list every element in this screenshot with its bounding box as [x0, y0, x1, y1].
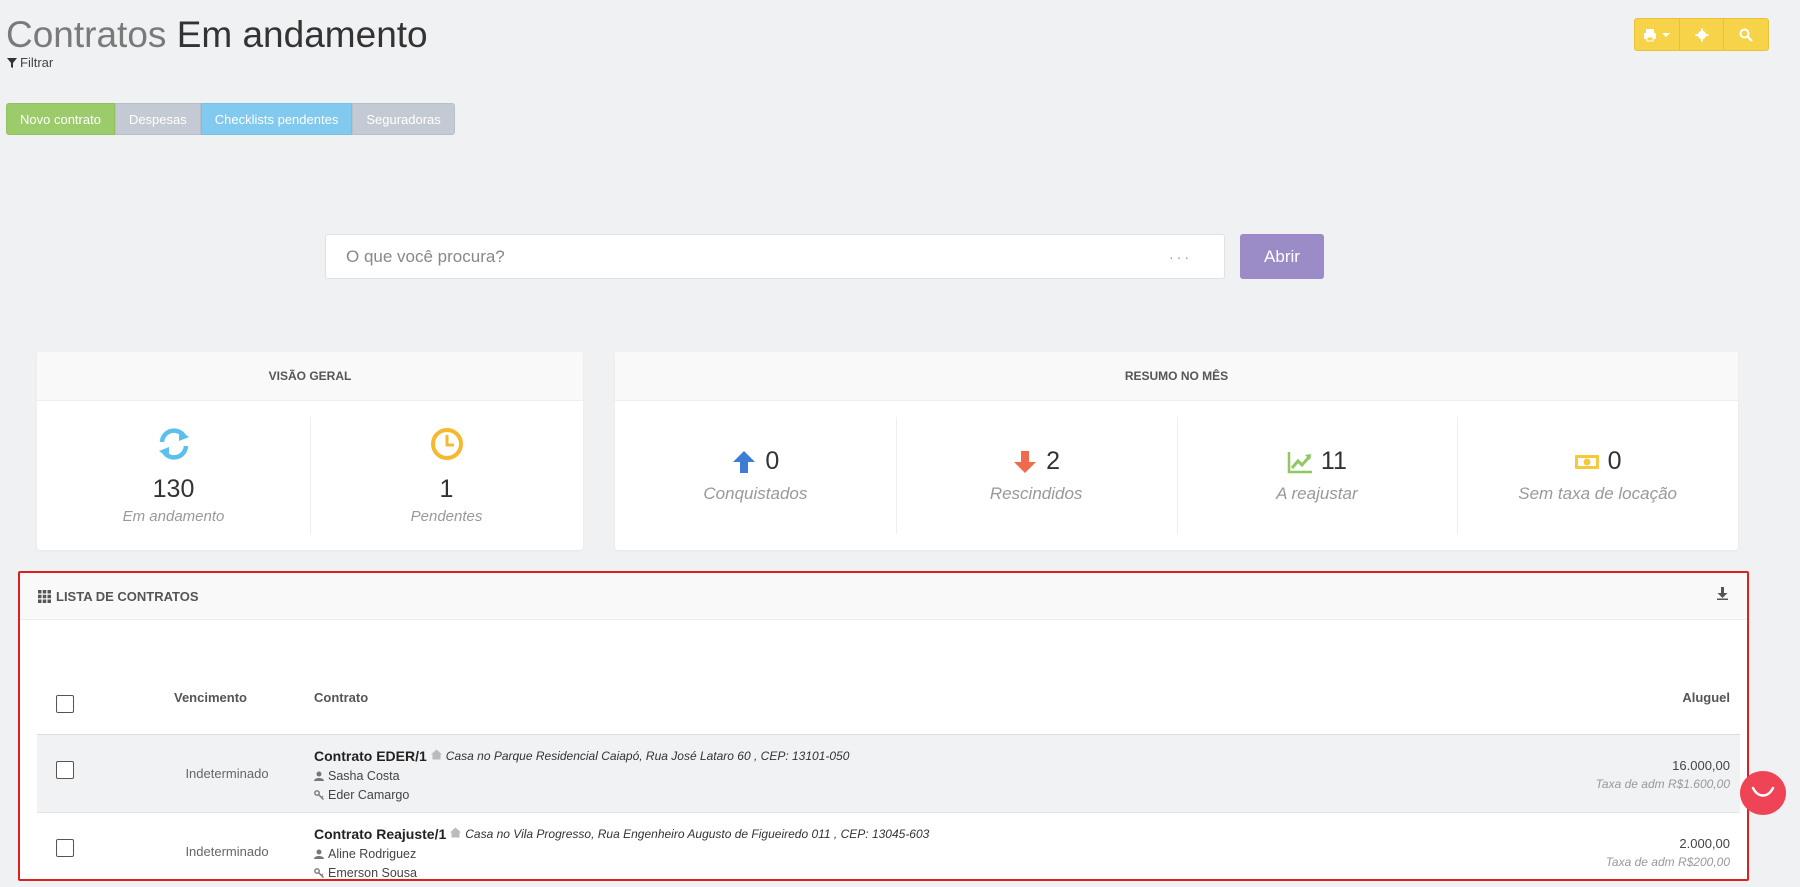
tenant-line: Aline Rodriguez — [314, 847, 416, 861]
filter-icon — [7, 57, 17, 68]
filter-link[interactable]: Filtrar — [7, 55, 53, 70]
arrow-down-icon — [1014, 450, 1037, 473]
insurers-button[interactable]: Seguradoras — [352, 103, 455, 135]
print-icon — [1644, 28, 1657, 41]
table-row[interactable]: Indeterminado Contrato Reajuste/1 Casa n… — [37, 813, 1740, 887]
stat-label: A reajustar — [1276, 484, 1358, 503]
key-icon — [314, 868, 324, 878]
tenant-name[interactable]: Sasha Costa — [328, 769, 400, 783]
action-buttons: Novo contrato Despesas Checklists penden… — [6, 103, 455, 135]
overview-title: VISÃO GERAL — [37, 352, 583, 401]
admin-fee: Taxa de adm R$200,00 — [1605, 855, 1730, 869]
stat-value: 0 — [1607, 447, 1622, 475]
stat-in-progress[interactable]: 130 Em andamento — [37, 401, 310, 550]
column-contract[interactable]: Contrato — [314, 690, 368, 705]
due-date: Indeterminado — [185, 766, 269, 781]
admin-fee: Taxa de adm R$1.600,00 — [1595, 777, 1730, 791]
stat-label: Sem taxa de locação — [1518, 484, 1677, 503]
stat-value: 130 — [152, 475, 195, 503]
top-toolbar — [1634, 18, 1769, 51]
stat-value: 11 — [1320, 447, 1347, 475]
column-due-date[interactable]: Vencimento — [174, 690, 247, 705]
tenant-name[interactable]: Aline Rodriguez — [328, 847, 416, 861]
contract-list-panel: LISTA DE CONTRATOS Vencimento Contrato A… — [18, 571, 1749, 881]
page-title: Contratos Em andamento — [6, 14, 428, 56]
chevron-down-icon — [1662, 32, 1671, 37]
user-icon — [314, 849, 324, 859]
row-checkbox[interactable] — [56, 761, 74, 779]
download-icon[interactable] — [1716, 587, 1729, 605]
chat-widget-button[interactable] — [1740, 771, 1786, 815]
rent-cell: 2.000,00 Taxa de adm R$200,00 — [1606, 836, 1730, 869]
row-checkbox[interactable] — [56, 839, 74, 857]
owner-name[interactable]: Eder Camargo — [328, 788, 409, 802]
search-icon — [1739, 28, 1753, 42]
select-all-checkbox[interactable] — [56, 695, 74, 713]
page-title-sub: Em andamento — [176, 14, 428, 55]
pending-checklists-button[interactable]: Checklists pendentes — [200, 103, 353, 135]
stat-to-adjust[interactable]: 11 A reajustar — [1176, 401, 1458, 550]
arrow-up-icon — [733, 450, 756, 473]
owner-line: Emerson Sousa — [314, 866, 417, 880]
owner-name[interactable]: Emerson Sousa — [328, 866, 417, 880]
contract-name[interactable]: Contrato EDER/1 — [314, 748, 427, 764]
rent-value: 16.000,00 — [1672, 758, 1730, 773]
contracts-table: Vencimento Contrato Aluguel Indeterminad… — [37, 620, 1740, 887]
grid-icon — [38, 589, 51, 603]
stat-value: 0 — [765, 447, 780, 475]
chart-line-icon — [1287, 451, 1312, 473]
stat-terminated[interactable]: 2 Rescindidos — [895, 401, 1177, 550]
money-icon — [1574, 454, 1599, 469]
owner-line: Eder Camargo — [314, 788, 409, 802]
gear-icon — [1695, 28, 1708, 41]
home-icon — [450, 825, 462, 843]
due-date: Indeterminado — [185, 844, 269, 859]
search-box: ··· — [325, 234, 1225, 279]
stat-value: 1 — [439, 475, 454, 503]
contract-list-label: LISTA DE CONTRATOS — [56, 588, 199, 604]
column-rent[interactable]: Aluguel — [1682, 690, 1730, 705]
rent-cell: 16.000,00 Taxa de adm R$1.600,00 — [1596, 758, 1730, 791]
filter-label: Filtrar — [20, 55, 54, 70]
contract-list-title: LISTA DE CONTRATOS — [38, 589, 199, 604]
clock-icon — [429, 426, 465, 467]
contract-name[interactable]: Contrato Reajuste/1 — [314, 826, 446, 842]
expenses-button[interactable]: Despesas — [114, 103, 201, 135]
new-contract-button[interactable]: Novo contrato — [6, 103, 115, 135]
rent-value: 2.000,00 — [1679, 836, 1730, 851]
monthly-summary-panel: RESUMO NO MÊS 0 Conquistados 2 Rescindid… — [615, 352, 1738, 550]
stat-no-fee[interactable]: 0 Sem taxa de locação — [1457, 401, 1738, 550]
key-icon — [314, 790, 324, 800]
overview-panel: VISÃO GERAL 130 Em andamento 1 Pendentes — [37, 352, 583, 550]
page-title-main: Contratos — [6, 14, 167, 55]
refresh-icon — [156, 426, 192, 467]
user-icon — [314, 771, 324, 781]
contract-address: Casa no Vila Progresso, Rua Engenheiro A… — [465, 827, 930, 841]
stat-pending[interactable]: 1 Pendentes — [310, 401, 583, 550]
table-header: Vencimento Contrato Aluguel — [37, 620, 1740, 735]
stat-label: Pendentes — [410, 508, 483, 525]
stat-value: 2 — [1046, 447, 1061, 475]
stat-acquired[interactable]: 0 Conquistados — [615, 401, 896, 550]
settings-button[interactable] — [1680, 19, 1725, 50]
stat-label: Rescindidos — [989, 484, 1083, 503]
options-icon[interactable]: ··· — [1169, 249, 1192, 265]
print-button[interactable] — [1635, 19, 1680, 50]
open-button[interactable]: Abrir — [1240, 234, 1324, 279]
chat-icon — [1751, 786, 1775, 797]
summary-title: RESUMO NO MÊS — [615, 352, 1738, 401]
table-row[interactable]: Indeterminado Contrato EDER/1 Casa no Pa… — [37, 735, 1740, 813]
contract-address: Casa no Parque Residencial Caiapó, Rua J… — [445, 749, 850, 763]
tenant-line: Sasha Costa — [314, 769, 400, 783]
stat-label: Em andamento — [122, 508, 225, 525]
home-icon — [430, 747, 442, 765]
stat-label: Conquistados — [703, 484, 808, 503]
search-input[interactable] — [346, 246, 1169, 267]
search-button[interactable] — [1724, 19, 1768, 50]
